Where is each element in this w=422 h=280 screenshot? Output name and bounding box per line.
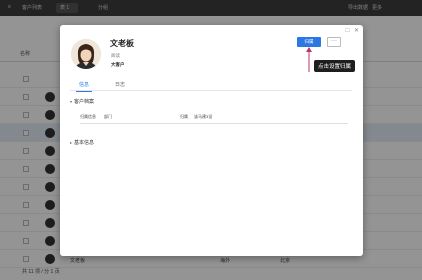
annotation-tooltip: 点击设置归属 [314,60,356,72]
annotation-arrow [306,47,312,72]
